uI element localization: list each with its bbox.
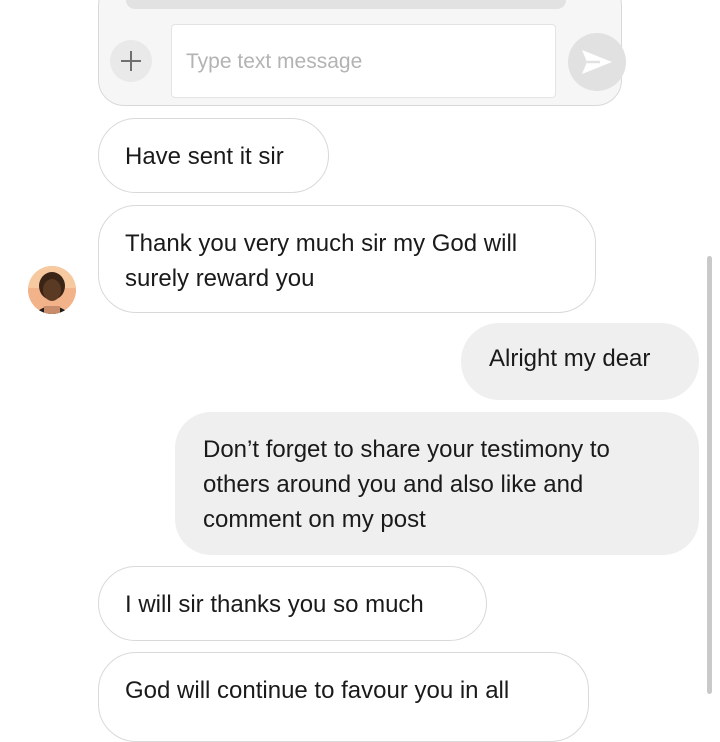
message-input[interactable]: Type text message bbox=[171, 24, 556, 98]
message-bubble-incoming[interactable]: Thank you very much sir my God will sure… bbox=[98, 205, 596, 313]
send-button[interactable] bbox=[568, 33, 626, 91]
composer-top-strip bbox=[126, 0, 566, 9]
message-bubble-incoming[interactable]: Have sent it sir bbox=[98, 118, 329, 193]
message-bubble-incoming[interactable]: I will sir thanks you so much bbox=[98, 566, 487, 641]
send-arrow-icon bbox=[582, 50, 612, 74]
contact-avatar[interactable] bbox=[28, 266, 76, 314]
avatar-photo bbox=[28, 266, 76, 314]
plus-icon bbox=[121, 51, 141, 71]
message-bubble-incoming[interactable]: God will continue to favour you in all bbox=[98, 652, 589, 742]
message-bubble-outgoing[interactable]: Don’t forget to share your testimony to … bbox=[175, 412, 699, 555]
add-attachment-button[interactable] bbox=[110, 40, 152, 82]
scrollbar[interactable] bbox=[707, 256, 712, 694]
message-bubble-outgoing[interactable]: Alright my dear bbox=[461, 323, 699, 400]
